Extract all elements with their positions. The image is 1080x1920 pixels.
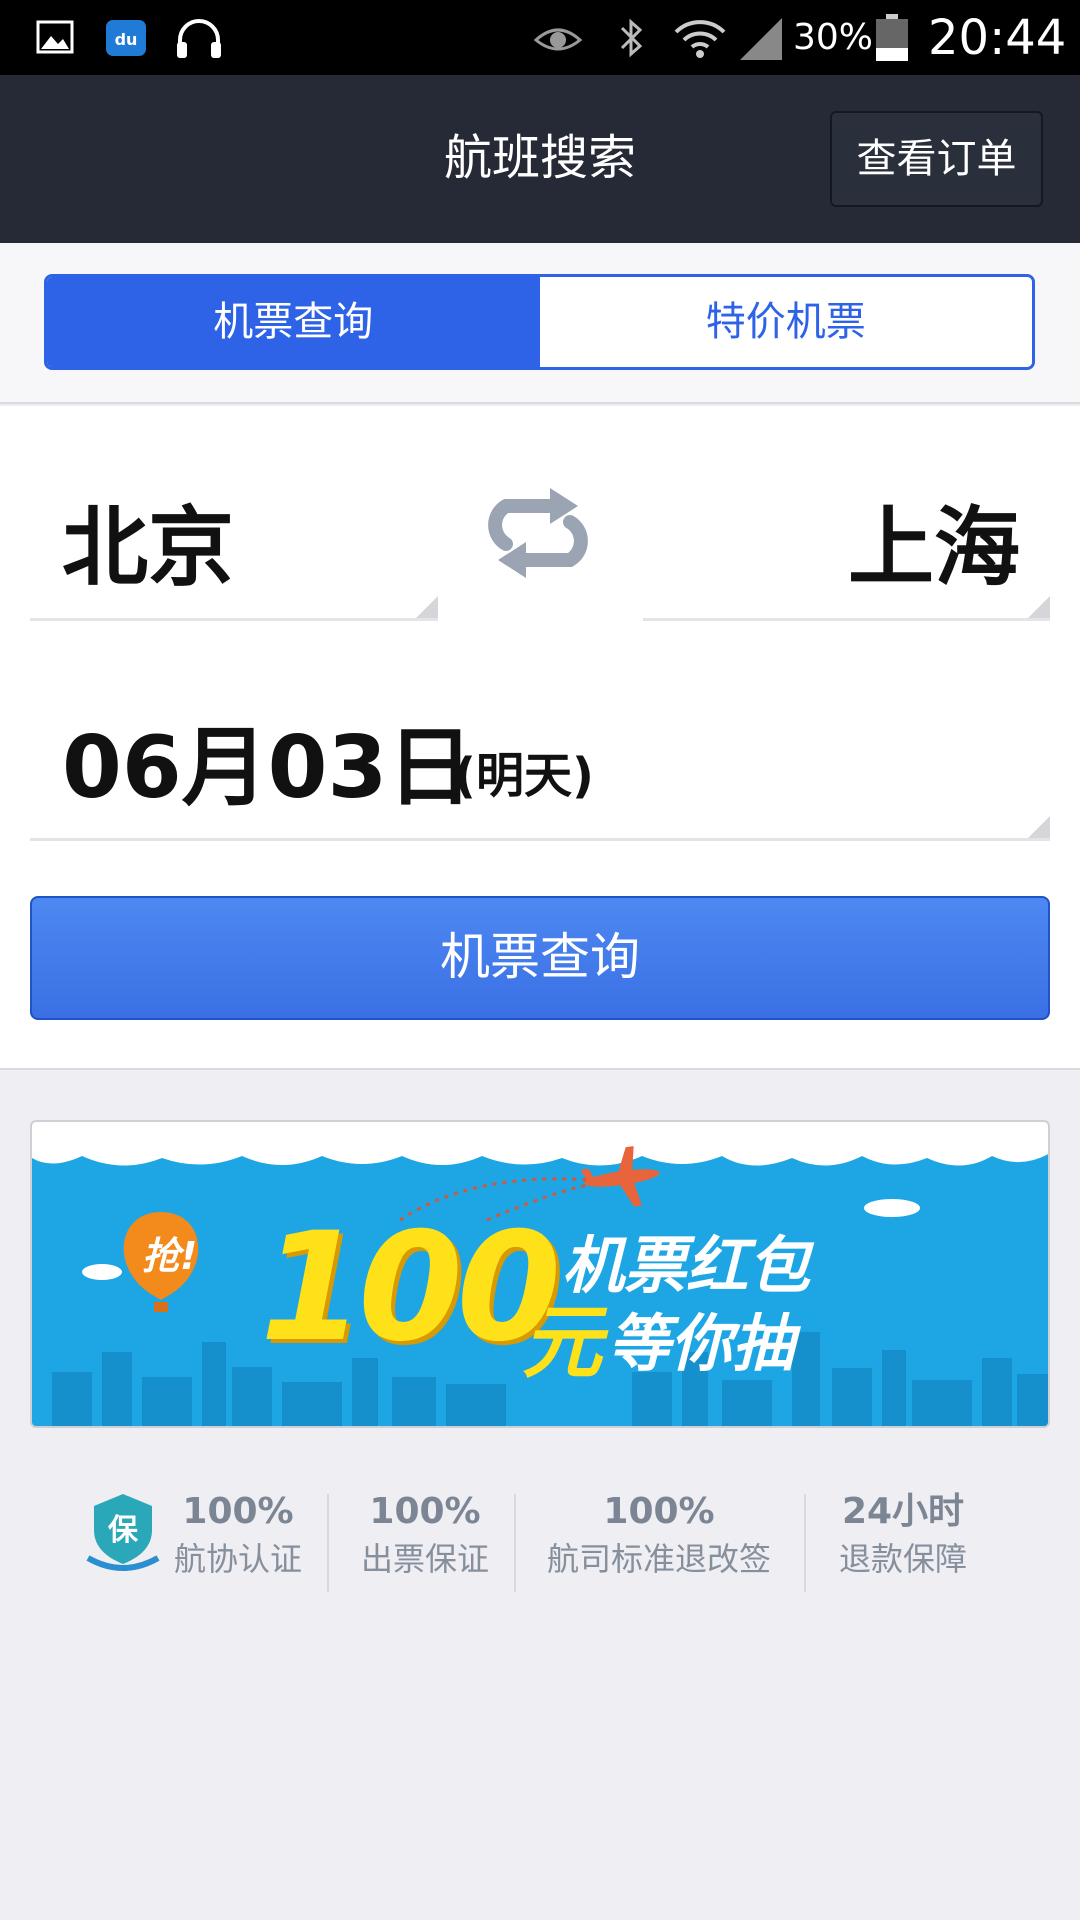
guarantee-label: 退款保障: [838, 1540, 967, 1578]
arrival-city: 上海: [848, 498, 1020, 598]
guarantee-label: 航司标准退改签: [546, 1540, 771, 1578]
grab-badge-text: 抢!: [142, 1234, 198, 1278]
guarantee-label: 出票保证: [360, 1540, 489, 1578]
departure-city: 北京: [62, 498, 234, 598]
corner-indicator: [416, 596, 438, 618]
guarantee-value: 100%: [182, 1491, 294, 1532]
wifi-icon: [674, 20, 726, 58]
guarantees-bar: 保 100% 航协认证 100% 出票保证 100% 航司标准退改签 24小时 …: [0, 1480, 1080, 1592]
eye-icon: [533, 28, 583, 51]
headphones-icon: [177, 19, 221, 58]
guarantee-value: 24小时: [841, 1491, 965, 1532]
divider: [514, 1494, 516, 1592]
bluetooth-icon: [620, 18, 643, 58]
departure-date: 06月03日: [62, 718, 474, 818]
corner-indicator: [1028, 596, 1050, 618]
tab-flight-search[interactable]: 机票查询: [47, 277, 540, 367]
banner-amount: 100: [260, 1201, 561, 1375]
guarantee-item: 100% 出票保证: [352, 1488, 498, 1582]
banner-unit: 元: [522, 1296, 602, 1389]
guarantee-value: 100%: [369, 1491, 481, 1532]
promo-banner[interactable]: 抢! 100 机票红包 元 等你抽: [30, 1120, 1050, 1428]
banner-line2: 等你抽: [608, 1307, 795, 1380]
corner-indicator: [1028, 816, 1050, 838]
app-header: 航班搜索 查看订单: [0, 75, 1080, 243]
search-form: 北京 上海 06月03日 (明天) 机票查询: [0, 406, 1080, 1070]
search-flights-button[interactable]: 机票查询: [30, 896, 1050, 1020]
battery-icon: [876, 14, 908, 61]
departure-date-field[interactable]: 06月03日 (明天): [30, 686, 1050, 841]
gallery-icon: [36, 20, 74, 54]
tab-area: 机票查询 特价机票: [0, 243, 1080, 404]
segmented-tabs: 机票查询 特价机票: [44, 274, 1035, 370]
svg-text:du: du: [115, 30, 138, 49]
status-bar: du 30% 20:44: [0, 0, 1080, 75]
view-orders-button[interactable]: 查看订单: [830, 111, 1043, 207]
arrival-city-field[interactable]: 上海: [643, 406, 1050, 621]
date-note: (明天): [454, 748, 594, 804]
banner-line1: 机票红包: [562, 1229, 811, 1302]
swap-cities-icon[interactable]: [478, 484, 598, 584]
clock: 20:44: [928, 10, 1067, 66]
guarantee-item: 24小时 退款保障: [826, 1488, 980, 1582]
guarantee-item: 100% 航协认证: [168, 1488, 308, 1582]
guarantee-value: 100%: [603, 1491, 715, 1532]
tab-special-fares[interactable]: 特价机票: [539, 277, 1032, 367]
divider: [804, 1494, 806, 1592]
guarantee-shield-icon: 保: [86, 1494, 160, 1571]
departure-city-field[interactable]: 北京: [30, 406, 438, 621]
svg-text:保: 保: [108, 1513, 139, 1548]
guarantee-label: 航协认证: [173, 1540, 302, 1578]
baidu-du-icon: du: [106, 20, 146, 56]
guarantee-item: 100% 航司标准退改签: [536, 1488, 782, 1582]
battery-percent: 30%: [793, 17, 874, 58]
divider: [327, 1494, 329, 1592]
signal-icon: [740, 18, 782, 60]
